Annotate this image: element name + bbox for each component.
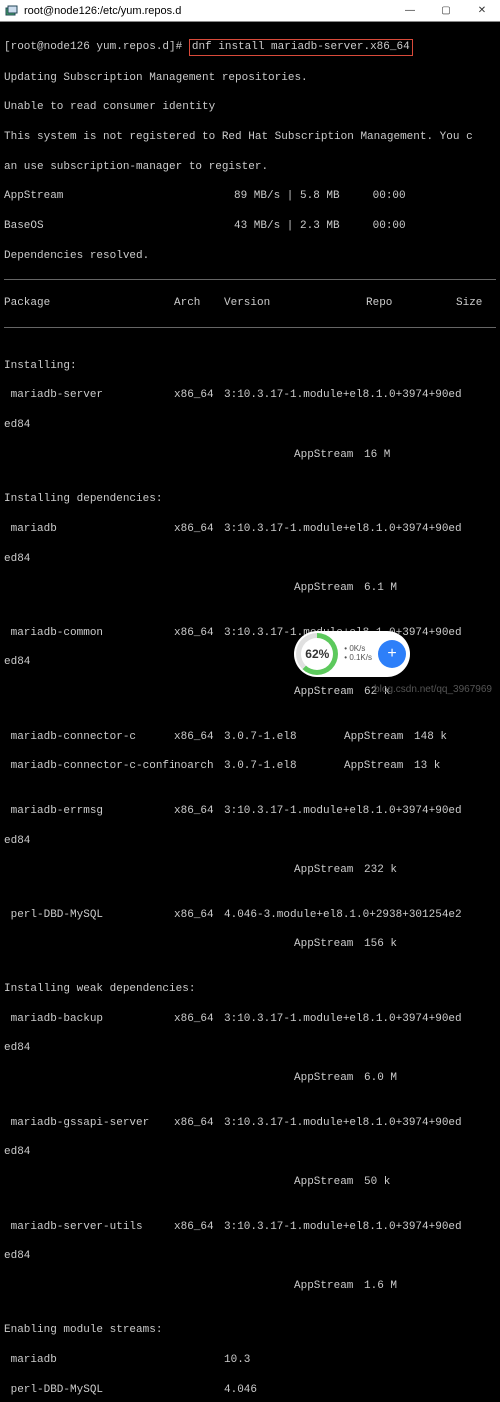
table-row: mariadb-connector-c-confignoarch3.0.7-1.… bbox=[4, 759, 496, 774]
separator bbox=[4, 279, 496, 280]
col-repo: Repo bbox=[366, 296, 456, 311]
section-enabling: Enabling module streams: bbox=[4, 1323, 496, 1338]
table-row: mariadb-server-utilsx86_643:10.3.17-1.mo… bbox=[4, 1220, 496, 1235]
table-row: mariadb-errmsgx86_643:10.3.17-1.module+e… bbox=[4, 804, 496, 819]
table-row: mariadb-backupx86_643:10.3.17-1.module+e… bbox=[4, 1012, 496, 1027]
network-monitor-widget[interactable]: 62% 0K/s 0.1K/s + bbox=[294, 631, 410, 677]
table-row-cont: ed84 bbox=[4, 552, 496, 567]
table-row-cont: ed84 bbox=[4, 834, 496, 849]
col-arch: Arch bbox=[174, 296, 224, 311]
window-titlebar: root@node126:/etc/yum.repos.d — ▢ ✕ bbox=[0, 0, 500, 22]
progress-percent: 62% bbox=[305, 647, 329, 661]
table-row-meta: AppStream156 k bbox=[4, 937, 496, 952]
prompt: [root@node126 yum.repos.d]# bbox=[4, 41, 182, 53]
table-row-meta: AppStream232 k bbox=[4, 863, 496, 878]
table-row-cont: ed84 bbox=[4, 1145, 496, 1160]
watermark: blog.csdn.net/qq_3967969 bbox=[374, 684, 492, 695]
table-row-meta: AppStream50 k bbox=[4, 1175, 496, 1190]
highlighted-command: dnf install mariadb-server.x86_64 bbox=[189, 39, 413, 56]
output-line: Updating Subscription Management reposit… bbox=[4, 71, 496, 86]
table-row: mariadb-commonx86_643:10.3.17-1.module+e… bbox=[4, 626, 496, 641]
table-row: mariadbx86_643:10.3.17-1.module+el8.1.0+… bbox=[4, 522, 496, 537]
stream-row: mariadb10.3 bbox=[4, 1353, 496, 1368]
table-row-meta: AppStream1.6 M bbox=[4, 1279, 496, 1294]
maximize-button[interactable]: ▢ bbox=[428, 0, 464, 22]
window-title: root@node126:/etc/yum.repos.d bbox=[24, 5, 392, 17]
col-version: Version bbox=[224, 296, 270, 311]
table-row: mariadb-connector-cx86_643.0.7-1.el8AppS… bbox=[4, 730, 496, 745]
add-button[interactable]: + bbox=[378, 640, 406, 668]
download-speed: 0.1K/s bbox=[344, 654, 372, 663]
prompt-line: [root@node126 yum.repos.d]# dnf install … bbox=[4, 39, 496, 56]
table-row-meta: AppStream6.0 M bbox=[4, 1071, 496, 1086]
minimize-button[interactable]: — bbox=[392, 0, 428, 22]
output-line: an use subscription-manager to register. bbox=[4, 160, 496, 175]
col-size: Size bbox=[456, 296, 496, 311]
repo-line: BaseOS43 MB/s | 2.3 MB 00:00 bbox=[4, 219, 496, 234]
table-row: mariadb-gssapi-serverx86_643:10.3.17-1.m… bbox=[4, 1116, 496, 1131]
putty-icon bbox=[4, 3, 20, 19]
section-installing-deps: Installing dependencies: bbox=[4, 492, 496, 507]
section-installing: Installing: bbox=[4, 359, 496, 374]
output-line: This system is not registered to Red Hat… bbox=[4, 130, 496, 145]
progress-ring: 62% bbox=[296, 633, 338, 675]
speed-readout: 0K/s 0.1K/s bbox=[344, 645, 372, 663]
separator bbox=[4, 327, 496, 328]
table-row-cont: ed84 bbox=[4, 1249, 496, 1264]
table-row: mariadb-serverx86_643:10.3.17-1.module+e… bbox=[4, 388, 496, 403]
repo-line: AppStream89 MB/s | 5.8 MB 00:00 bbox=[4, 189, 496, 204]
output-line: Dependencies resolved. bbox=[4, 249, 496, 264]
table-row: perl-DBD-MySQLx86_644.046-3.module+el8.1… bbox=[4, 908, 496, 923]
section-installing-weak: Installing weak dependencies: bbox=[4, 982, 496, 997]
stream-row: perl-DBD-MySQL4.046 bbox=[4, 1383, 496, 1398]
table-row-cont: ed84 bbox=[4, 1041, 496, 1056]
table-row-meta: AppStream6.1 M bbox=[4, 581, 496, 596]
col-package: Package bbox=[4, 296, 174, 311]
table-row-cont: ed84 bbox=[4, 418, 496, 433]
table-row-cont: ed84 bbox=[4, 655, 496, 670]
table-header: PackageArchVersion RepoSize bbox=[4, 296, 496, 311]
terminal-output[interactable]: [root@node126 yum.repos.d]# dnf install … bbox=[0, 22, 500, 1402]
close-button[interactable]: ✕ bbox=[464, 0, 500, 22]
table-row-meta: AppStream16 M bbox=[4, 448, 496, 463]
output-line: Unable to read consumer identity bbox=[4, 100, 496, 115]
